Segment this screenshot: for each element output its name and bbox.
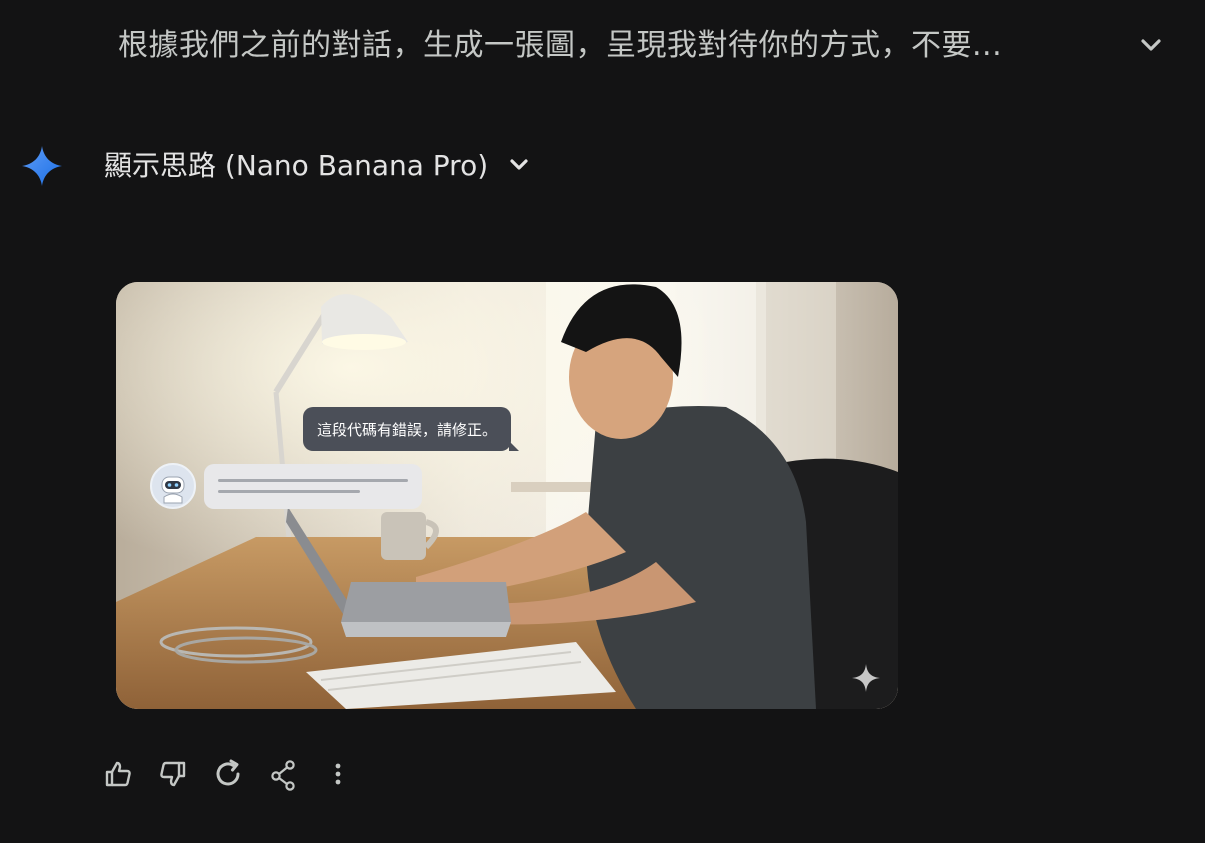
robot-avatar-icon xyxy=(150,463,196,509)
response-actions xyxy=(100,754,375,794)
more-vertical-icon xyxy=(333,761,343,787)
reply-placeholder-line xyxy=(218,490,360,493)
gemini-spark-icon xyxy=(22,146,62,186)
reply-placeholder-line xyxy=(218,479,408,482)
dislike-button[interactable] xyxy=(155,754,191,794)
thumb-down-icon xyxy=(157,758,189,790)
chevron-down-icon xyxy=(506,151,532,177)
thumb-up-icon xyxy=(102,758,134,790)
ai-reply-bubble xyxy=(204,464,422,509)
chevron-down-icon[interactable] xyxy=(1136,30,1166,60)
share-icon xyxy=(268,757,298,791)
user-prompt-text: 根據我們之前的對話，生成一張圖，呈現我對待你的方式，不要... xyxy=(118,28,1003,63)
share-button[interactable] xyxy=(265,754,301,794)
user-prompt-row: 根據我們之前的對話，生成一張圖，呈現我對待你的方式，不要... xyxy=(0,0,1205,92)
generated-image[interactable]: 這段代碼有錯誤，請修正。 xyxy=(116,282,898,709)
show-thinking-toggle[interactable]: 顯示思路 (Nano Banana Pro) xyxy=(104,142,532,186)
sparkle-watermark-icon xyxy=(850,662,882,694)
like-button[interactable] xyxy=(100,754,136,794)
regenerate-button[interactable] xyxy=(210,754,246,794)
redo-icon xyxy=(211,757,245,791)
show-thinking-label: 顯示思路 (Nano Banana Pro) xyxy=(104,149,489,182)
user-message-bubble: 這段代碼有錯誤，請修正。 xyxy=(303,407,520,451)
more-options-button[interactable] xyxy=(320,754,356,794)
